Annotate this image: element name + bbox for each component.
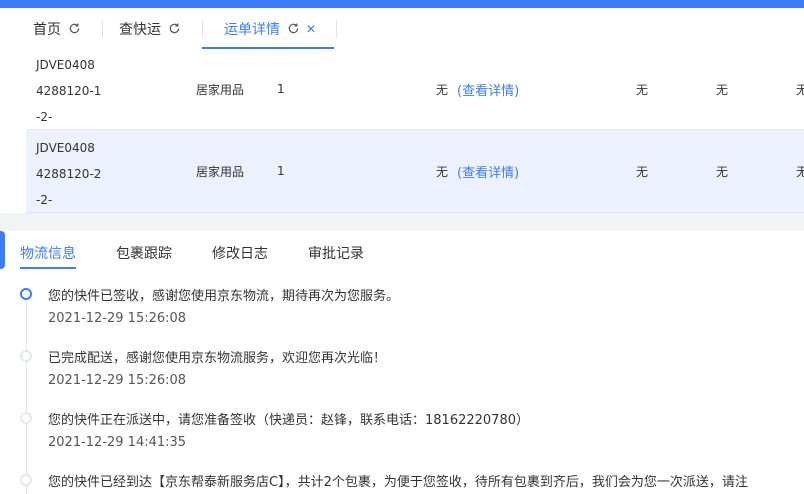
value-cell: 无 <box>796 164 804 179</box>
timeline-dot <box>20 474 32 486</box>
refresh-icon[interactable] <box>287 22 300 35</box>
tab-waybill-detail[interactable]: 运单详情 ✕ <box>224 8 316 49</box>
tab-divider <box>336 20 337 38</box>
page-tabs-bar: 首页 查快运 运单详情 ✕ <box>0 8 804 49</box>
view-detail-link[interactable]: (查看详情) <box>457 130 519 212</box>
code-line: -2- <box>36 110 53 124</box>
value-cell: 无 <box>716 164 729 179</box>
section-divider <box>0 213 804 231</box>
timeline-text: 已完成配送，感谢您使用京东物流服务，欢迎您再次光临！ <box>48 351 387 366</box>
table-row: JDVE0408 4288120-1 -2- 居家用品 1 无 (查看详情) 无… <box>26 49 804 130</box>
tab-home[interactable]: 首页 <box>33 8 81 49</box>
code-line: JDVE0408 <box>36 141 95 155</box>
tab-divider <box>202 20 203 38</box>
tab-approval-records[interactable]: 审批记录 <box>308 243 364 263</box>
active-panel-tab-indicator <box>20 267 76 269</box>
timeline-time: 2021-12-29 14:41:35 <box>48 435 187 450</box>
quantity-cell: 1 <box>277 164 285 178</box>
refresh-icon[interactable] <box>168 22 181 35</box>
package-code-cell: JDVE0408 4288120-1 -2- <box>36 52 101 130</box>
timeline-time: 2021-12-29 15:26:08 <box>48 311 187 326</box>
top-accent-bar <box>0 0 804 8</box>
refresh-icon[interactable] <box>68 22 81 35</box>
value-cell: 无 <box>436 164 449 179</box>
logistics-panel: 物流信息 包裹跟踪 修改日志 审批记录 您的快件已签收，感谢您使用京东物流，期待… <box>0 231 804 494</box>
value-cell: 无 <box>796 82 804 97</box>
value-cell: 无 <box>716 82 729 97</box>
tab-package-tracking[interactable]: 包裹跟踪 <box>116 243 172 263</box>
value-cell: 无 <box>636 82 649 97</box>
category-cell: 居家用品 <box>196 164 245 179</box>
tab-logistics-info[interactable]: 物流信息 <box>20 243 76 263</box>
timeline-dot <box>20 350 32 362</box>
close-icon[interactable]: ✕ <box>306 22 316 36</box>
timeline-time: 2021-12-29 15:26:08 <box>48 373 187 388</box>
side-collapse-handle[interactable] <box>0 231 5 269</box>
value-cell: 无 <box>636 164 649 179</box>
value-cell: 无 <box>436 82 449 97</box>
category-cell: 居家用品 <box>196 82 245 97</box>
code-line: JDVE0408 <box>36 58 95 72</box>
tab-label: 首页 <box>33 21 61 38</box>
tab-label: 运单详情 <box>224 21 280 38</box>
tab-label: 查快运 <box>119 21 161 38</box>
package-code-cell: JDVE0408 4288120-2 -2- <box>36 135 101 213</box>
tab-divider <box>102 20 103 38</box>
code-line: 4288120-1 <box>36 84 102 98</box>
view-detail-link[interactable]: (查看详情) <box>457 49 519 129</box>
tab-express-query[interactable]: 查快运 <box>119 8 181 49</box>
quantity-cell: 1 <box>277 82 285 96</box>
timeline-text: 您的快件已签收，感谢您使用京东物流，期待再次为您服务。 <box>48 289 400 304</box>
timeline-line <box>26 294 27 494</box>
timeline-text: 您的快件已经到达【京东帮泰新服务店C】，共计2个包裹，为便于您签收，待所有包裹到… <box>48 475 748 490</box>
timeline-dot <box>20 412 32 424</box>
timeline-dot-active <box>20 288 32 300</box>
code-line: -2- <box>36 193 53 207</box>
tab-change-log[interactable]: 修改日志 <box>212 243 268 263</box>
table-row: JDVE0408 4288120-2 -2- 居家用品 1 无 (查看详情) 无… <box>26 130 804 213</box>
timeline-text: 您的快件正在派送中，请您准备签收（快递员：赵锋，联系电话：18162220780… <box>48 413 529 428</box>
package-table: JDVE0408 4288120-1 -2- 居家用品 1 无 (查看详情) 无… <box>0 49 804 213</box>
code-line: 4288120-2 <box>36 167 102 181</box>
